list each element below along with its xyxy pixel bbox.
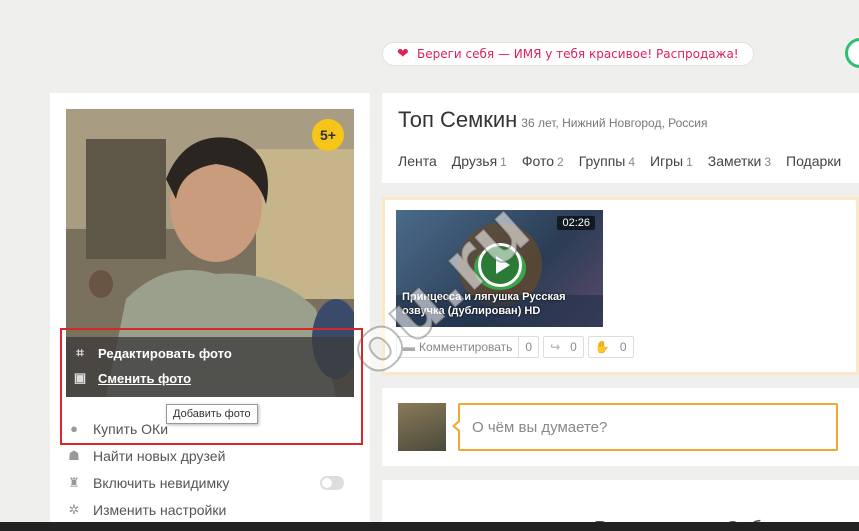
person-icon: ☗ [68,447,80,463]
tab-count: 2 [557,155,564,169]
hat-icon: ♜ [68,474,80,490]
profile-header: Топ Семкин 36 лет, Нижний Новгород, Росси… [382,93,859,183]
sidebar-item-invisible[interactable]: ♜ Включить невидимку [66,469,356,496]
status-ring-icon[interactable] [845,38,859,68]
tab-games[interactable]: Игры 1 [650,153,693,169]
ok-coin-icon: ● [70,420,78,436]
tab-count: 3 [764,155,771,169]
edit-photo-button[interactable]: ⌗ Редактировать фото [72,345,232,361]
tab-notes[interactable]: Заметки 3 [708,153,771,169]
video-duration: 02:26 [557,216,595,230]
crop-icon: ⌗ [76,345,84,360]
add-photo-tooltip: Добавить фото [166,404,258,424]
tab-friends[interactable]: Друзья 1 [452,153,507,169]
tab-label: Подарки [786,153,842,169]
comment-count: 0 [525,340,533,354]
sidebar-item-label: Включить невидимку [93,474,230,491]
tab-label: Фото [521,153,555,169]
avatar[interactable] [398,403,446,451]
tab-gifts[interactable]: Подарки [786,153,841,169]
share-button[interactable]: ↪ 0 [543,336,584,358]
sidebar-item-label: Найти новых друзей [93,447,226,464]
promo-text: Береги себя — ИМЯ у тебя красивое! Распр… [417,47,739,61]
sidebar-item-find-friends[interactable]: ☗ Найти новых друзей [66,442,356,469]
sidebar-item-settings[interactable]: ✲ Изменить настройки [66,496,356,523]
sidebar-item-label: Купить ОКи [93,420,169,437]
post-input[interactable]: О чём вы думаете? [452,403,838,451]
tab-label: Друзья [451,153,498,169]
profile-name: Топ Семкин [398,107,518,132]
sidebar-item-label: Изменить настройки [93,501,227,518]
like-count: 0 [619,340,627,354]
profile-tabs: Лента Друзья 1 Фото 2 Группы 4 Игры 1 Заметк… [398,153,856,169]
share-icon: ↪ [550,340,561,354]
like-icon: ✋ [594,340,610,354]
tab-feed[interactable]: Лента [398,153,437,169]
gear-icon: ✲ [68,501,80,517]
like-button[interactable]: ✋ 0 [587,336,634,358]
change-photo-button[interactable]: ▣ Сменить фото [72,370,191,386]
tab-label: Заметки [707,153,762,169]
change-photo-label: Сменить фото [98,370,192,386]
tab-label: Лента [398,153,437,169]
tab-groups[interactable]: Группы 4 [579,153,635,169]
profile-name-line: Топ Семкин 36 лет, Нижний Новгород, Росси… [398,107,707,133]
post-composer: О чём вы думаете? [382,388,859,466]
promo-banner[interactable]: ❤ Береги себя — ИМЯ у тебя красивое! Рас… [382,42,754,66]
share-count: 0 [570,340,577,354]
profile-photo[interactable]: 5+ ⌗ Редактировать фото ▣ Сменить фото [66,109,354,397]
tab-count: 4 [628,155,636,169]
profile-meta: 36 лет, Нижний Новгород, Россия [521,116,708,130]
tab-count: 1 [686,155,693,169]
age-badge: 5+ [312,119,344,151]
heart-icon: ❤ [397,46,409,62]
left-sidebar: 5+ ⌗ Редактировать фото ▣ Сменить фото ●… [50,93,370,531]
tab-label: Игры [650,153,684,169]
tab-label: Группы [578,153,626,169]
portrait-icon: ▣ [73,370,87,385]
sidebar-menu: ● Купить ОКи ☗ Найти новых друзей ♜ Вклю… [66,415,356,523]
edit-photo-label: Редактировать фото [98,345,232,361]
photo-actions-overlay: ⌗ Редактировать фото ▣ Сменить фото [66,337,354,397]
tab-count: 1 [500,155,507,169]
tab-photos[interactable]: Фото 2 [522,153,564,169]
invisible-toggle[interactable] [320,475,344,490]
bottom-bar [0,522,859,531]
